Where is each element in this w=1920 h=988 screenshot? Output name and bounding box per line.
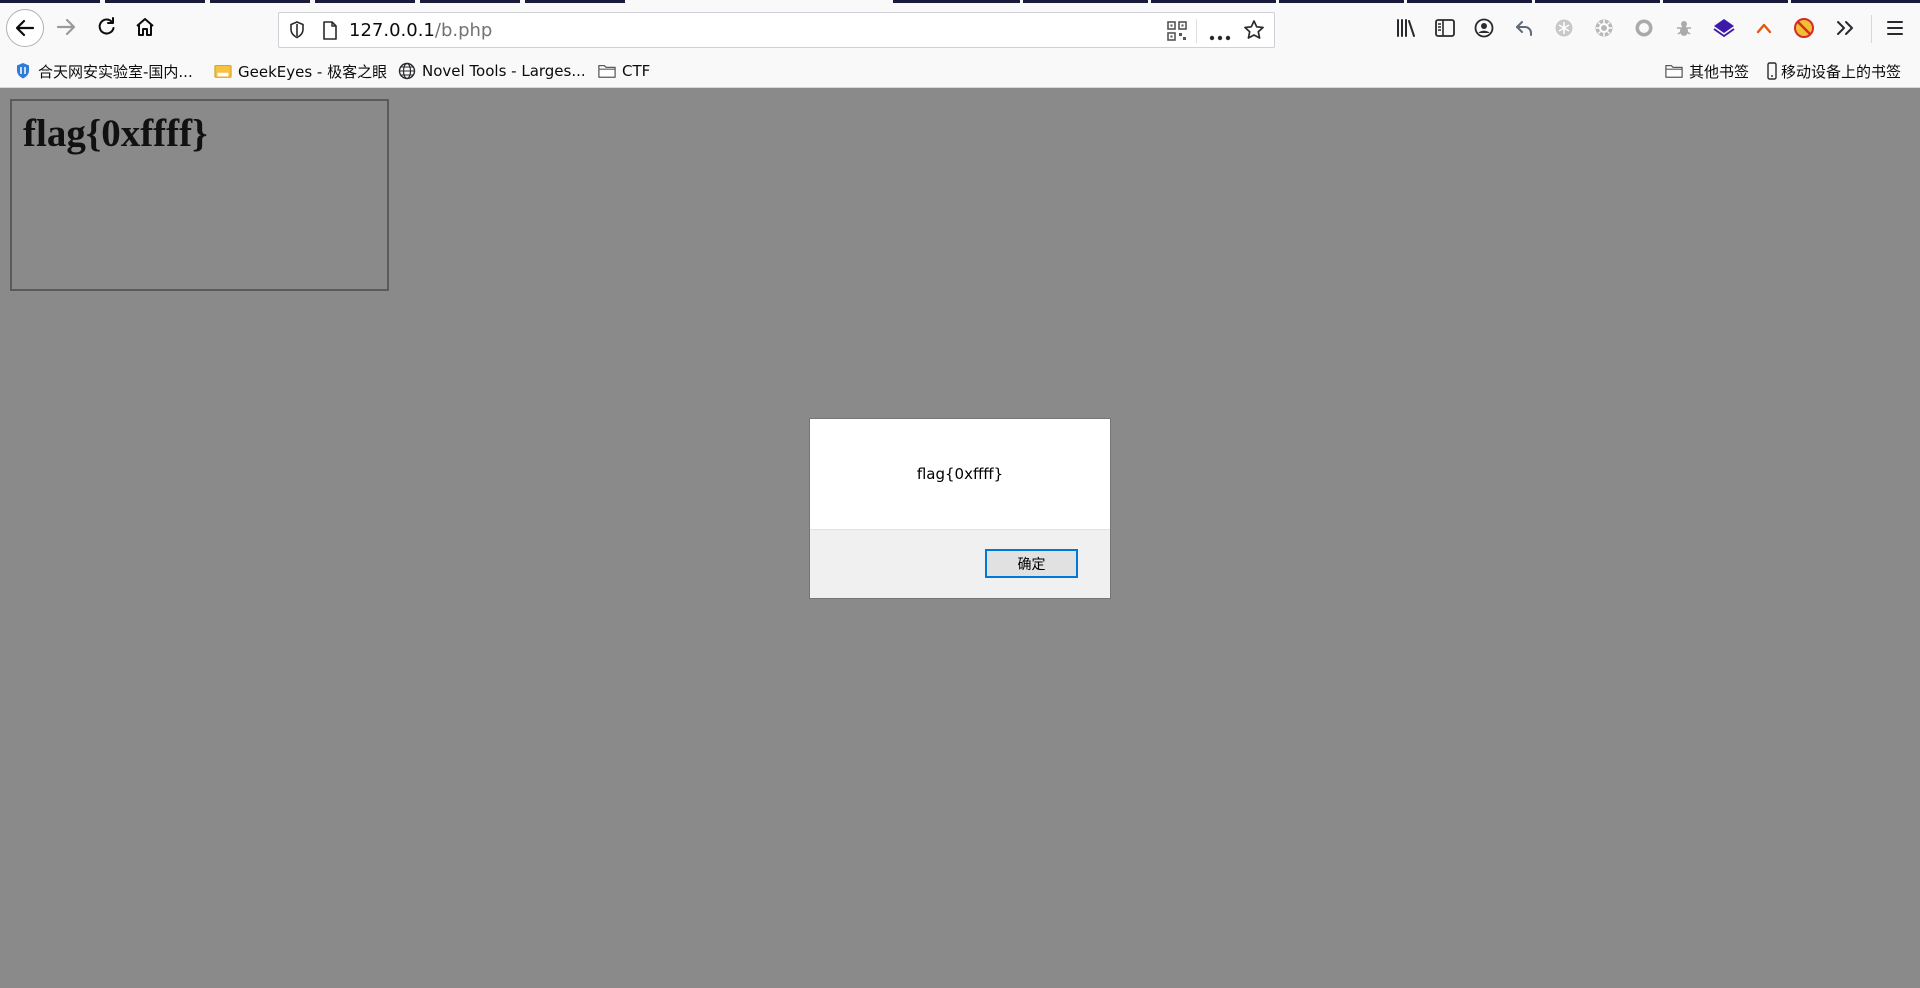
bookmark-label: CTF <box>622 62 651 80</box>
navigation-toolbar: 127.0.0.1/b.php <box>0 3 1920 53</box>
url-bar[interactable]: 127.0.0.1/b.php <box>278 12 1275 48</box>
back-button[interactable] <box>6 9 44 47</box>
page-heading: flag{0xffff} <box>23 112 208 155</box>
url-text[interactable]: 127.0.0.1/b.php <box>349 20 492 41</box>
extension-button[interactable] <box>1672 18 1696 42</box>
library-button[interactable] <box>1394 18 1418 42</box>
home-button[interactable] <box>127 9 163 45</box>
library-icon <box>1395 18 1417 43</box>
caret-up-icon <box>1755 19 1773 42</box>
double-chevron-right-icon <box>1835 19 1855 42</box>
hamburger-menu-icon <box>1886 20 1904 41</box>
reload-icon <box>95 16 117 38</box>
globe-icon <box>398 62 416 80</box>
bookmark-label: 合天网安实验室-国内... <box>38 62 193 81</box>
extension-button[interactable] <box>1592 18 1616 42</box>
url-host: 127.0.0.1 <box>349 20 435 41</box>
reload-button[interactable] <box>88 9 124 45</box>
snowflake-icon <box>1554 18 1574 43</box>
bookmark-folder[interactable]: CTF <box>598 60 650 82</box>
bookmark-item[interactable]: GeekEyes - 极客之眼 <box>214 60 387 82</box>
shield-icon <box>14 62 32 80</box>
app-menu-button[interactable] <box>1883 18 1907 42</box>
account-icon <box>1474 18 1494 43</box>
folder-icon <box>1665 62 1683 80</box>
bookmarks-toolbar: 合天网安实验室-国内... GeekEyes - 极客之眼 Novel Tool… <box>0 53 1920 88</box>
sidebar-button[interactable] <box>1433 18 1457 42</box>
overflow-menu-button[interactable] <box>1833 18 1857 42</box>
bookmark-label: GeekEyes - 极客之眼 <box>238 62 388 81</box>
arrow-right-icon <box>55 16 77 38</box>
extension-button[interactable] <box>1792 17 1816 44</box>
forward-button[interactable] <box>48 9 84 45</box>
extension-button[interactable] <box>1712 18 1736 42</box>
folder-icon <box>598 62 616 80</box>
url-bar-separator <box>1196 19 1197 43</box>
bug-icon <box>1674 18 1694 43</box>
undo-arrow-icon <box>1514 18 1534 43</box>
more-actions-icon[interactable] <box>1209 28 1231 46</box>
mobile-icon <box>1766 62 1778 80</box>
ok-button[interactable]: 确定 <box>985 549 1078 578</box>
alert-dialog: flag{0xffff} 确定 <box>809 418 1111 599</box>
ring-icon <box>1634 18 1654 43</box>
toolbar-separator <box>1871 15 1872 43</box>
account-button[interactable] <box>1472 18 1496 42</box>
extension-button[interactable] <box>1632 18 1656 42</box>
sidebar-icon <box>1434 18 1456 43</box>
other-bookmarks-folder[interactable]: 其他书签 <box>1665 60 1749 82</box>
folder-colored-icon <box>214 62 232 80</box>
bookmark-item[interactable]: 合天网安实验室-国内... <box>14 60 193 82</box>
extension-button[interactable] <box>1552 18 1576 42</box>
gear-icon <box>1594 18 1614 43</box>
mobile-bookmarks-folder[interactable]: 移动设备上的书签 <box>1766 60 1901 82</box>
bookmark-item[interactable]: Novel Tools - Larges... <box>398 60 586 82</box>
alert-footer: 确定 <box>810 529 1110 598</box>
arrow-left-icon <box>14 17 36 39</box>
bookmark-label: Novel Tools - Larges... <box>422 62 586 80</box>
bookmark-star-icon[interactable] <box>1243 19 1265 46</box>
extension-button[interactable] <box>1752 18 1776 42</box>
page-content: flag{0xffff} flag{0xffff} 确定 <box>0 88 1920 988</box>
qr-code-icon[interactable] <box>1167 21 1187 46</box>
layers-icon <box>1713 18 1735 43</box>
url-path: /b.php <box>434 20 493 41</box>
bookmark-label: 移动设备上的书签 <box>1781 62 1902 81</box>
alert-message: flag{0xffff} <box>916 465 1004 483</box>
tracking-protection-icon[interactable] <box>288 21 306 44</box>
no-script-icon <box>1793 17 1815 44</box>
page-info-icon[interactable] <box>322 21 338 45</box>
home-icon <box>134 16 156 38</box>
flag-panel: flag{0xffff} <box>10 99 389 291</box>
bookmark-label: 其他书签 <box>1689 62 1750 81</box>
undo-close-tab-button[interactable] <box>1512 18 1536 42</box>
